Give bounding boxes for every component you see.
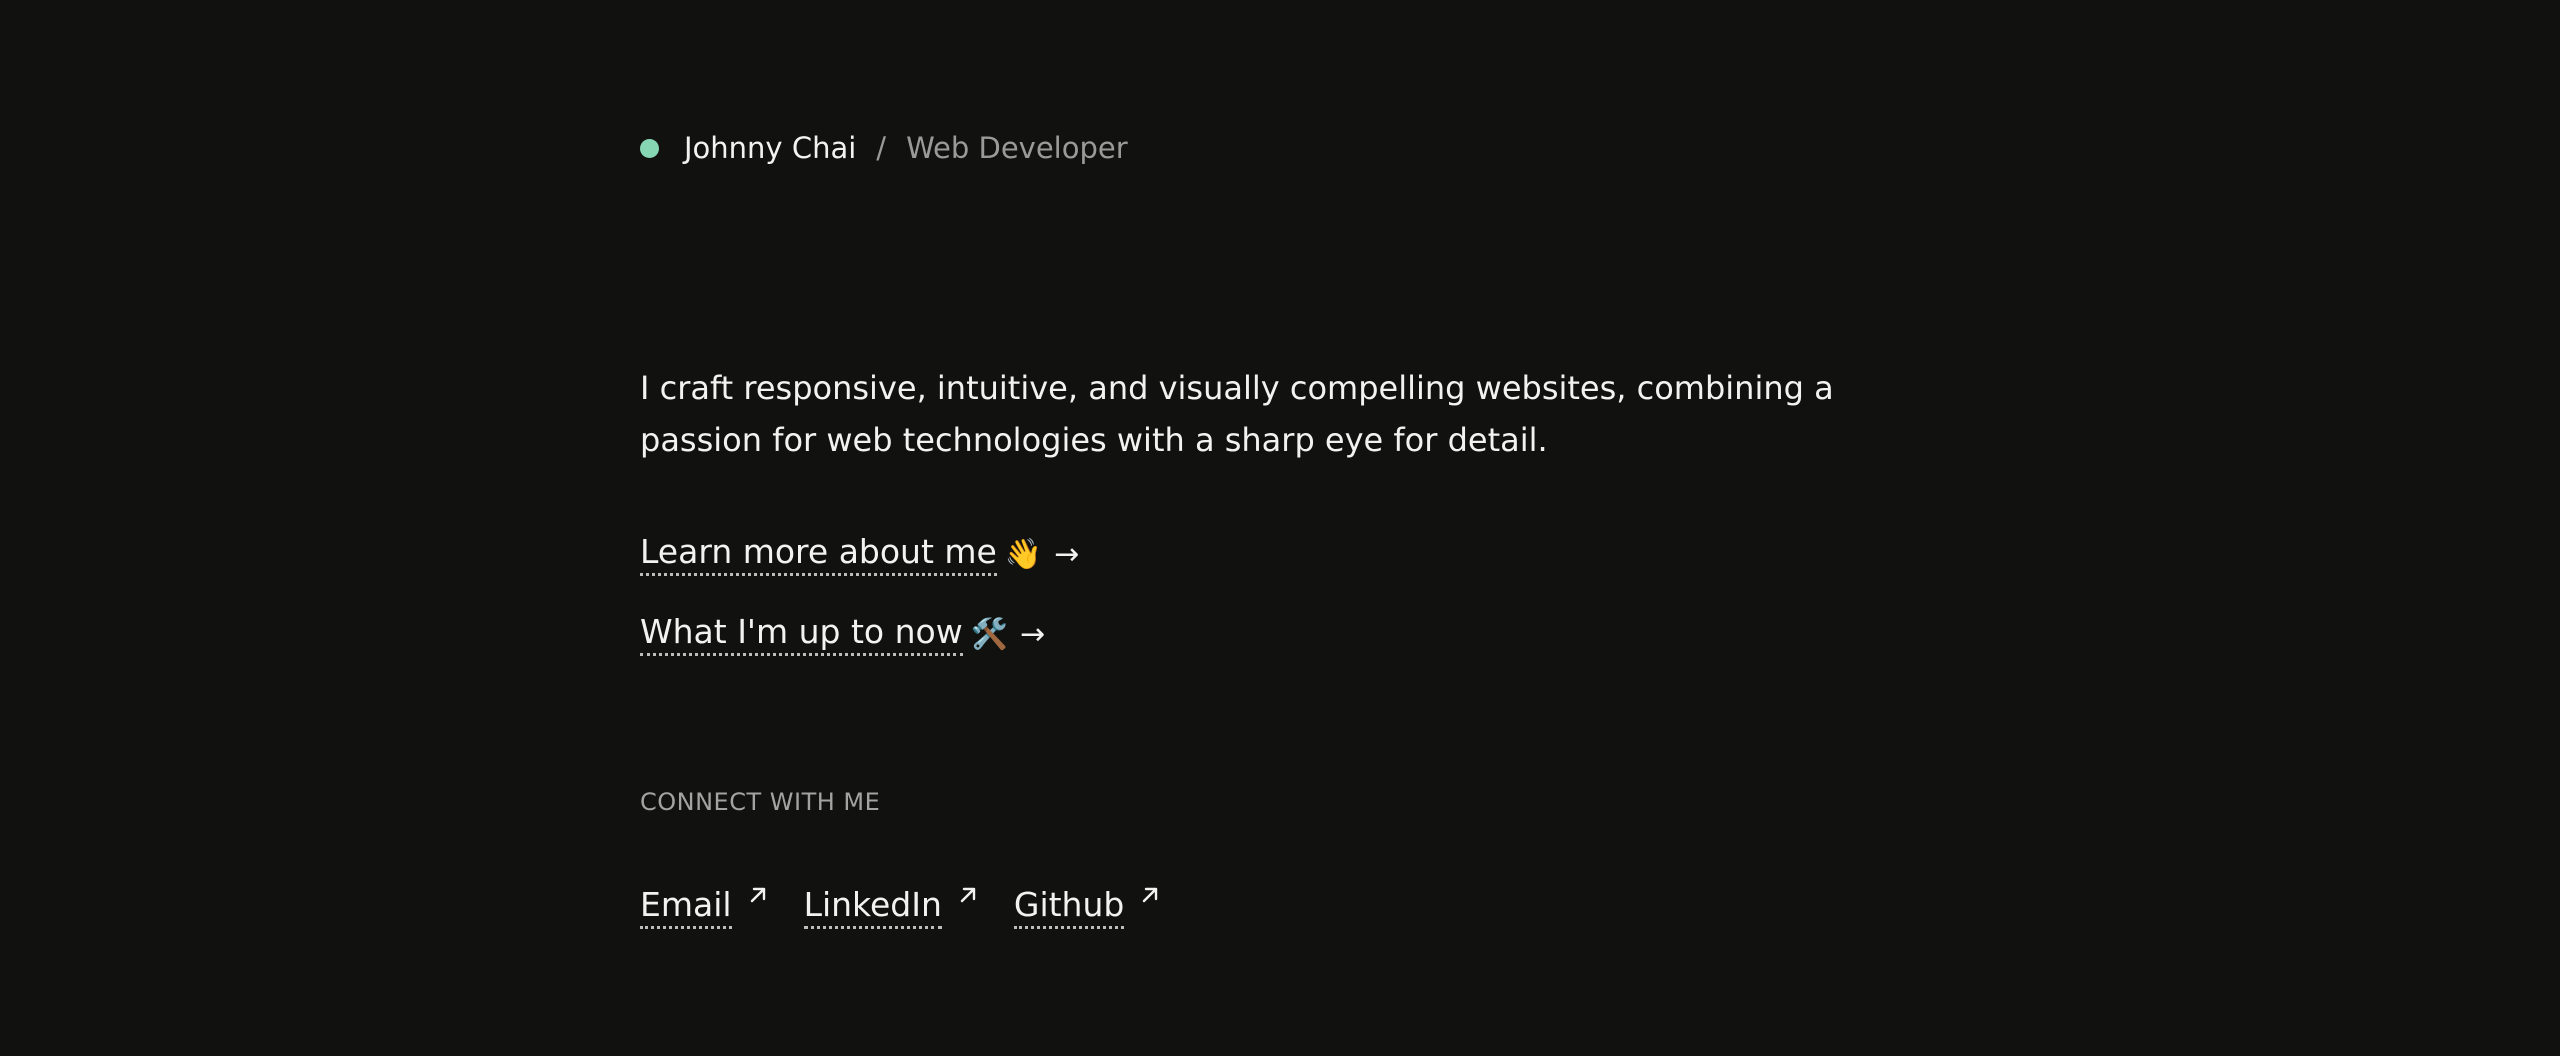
learn-more-link[interactable]: Learn more about me 👋 → <box>640 528 1079 580</box>
status-dot-icon <box>640 138 659 158</box>
github-link-label: Github <box>1013 885 1125 929</box>
breadcrumb-separator: / <box>876 131 887 165</box>
email-link-label: Email <box>640 885 732 929</box>
external-arrow-icon <box>960 887 976 903</box>
nav-links: Learn more about me 👋 → What I'm up to n… <box>640 528 1079 688</box>
portfolio-page: Johnny Chai / Web Developer I craft resp… <box>0 0 2560 1056</box>
site-owner-name[interactable]: Johnny Chai <box>684 131 856 165</box>
now-page-label: What I'm up to now <box>640 612 963 656</box>
social-links: Email LinkedIn Github <box>640 885 1196 929</box>
learn-more-label: Learn more about me <box>640 532 997 576</box>
site-owner-role: Web Developer <box>906 131 1128 165</box>
intro-paragraph: I craft responsive, intuitive, and visua… <box>640 369 1834 459</box>
site-header: Johnny Chai / Web Developer <box>640 128 1128 168</box>
connect-heading: CONNECT WITH ME <box>640 788 881 816</box>
github-link[interactable]: Github <box>1013 885 1162 929</box>
tools-icon: 🛠️ <box>970 616 1009 652</box>
external-arrow-icon <box>750 887 765 903</box>
waving-hand-icon: 👋 <box>1004 536 1043 572</box>
linkedin-link[interactable]: LinkedIn <box>803 885 980 929</box>
now-page-link[interactable]: What I'm up to now 🛠️ → <box>640 608 1079 660</box>
linkedin-link-label: LinkedIn <box>803 885 942 929</box>
email-link[interactable]: Email <box>640 885 770 929</box>
arrow-right-icon: → <box>1054 536 1080 572</box>
external-arrow-icon <box>1143 887 1158 903</box>
arrow-right-icon: → <box>1020 616 1046 652</box>
